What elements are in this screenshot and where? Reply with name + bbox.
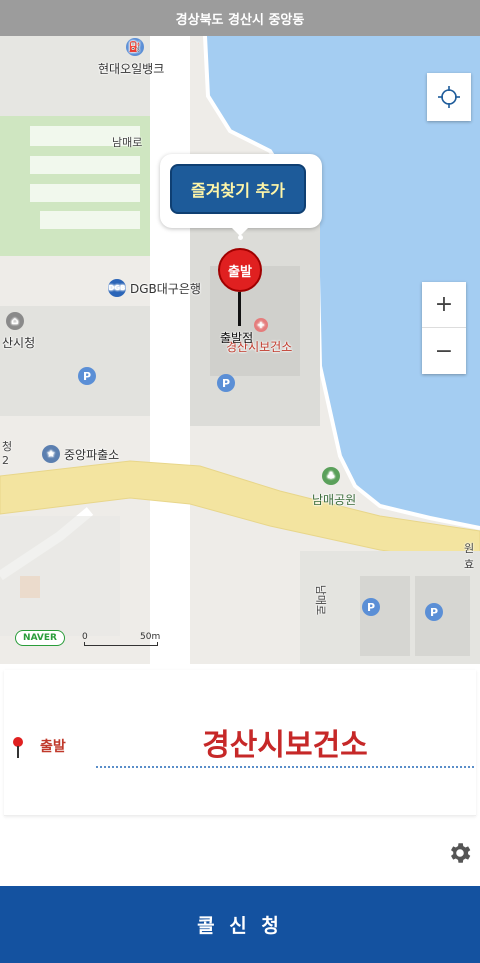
map-view[interactable]: ⛽ 현대오일뱅크 남매로 DGB DGB대구은행 ⌂ 산시청 ★ 중앙파출소 청… xyxy=(0,36,480,664)
origin-tag: 출발 xyxy=(40,739,66,755)
edge-label-b: 2 xyxy=(2,454,9,467)
poi-city-hall[interactable]: ⌂ 산시청 xyxy=(2,312,35,351)
call-request-button[interactable]: 콜 신 청 xyxy=(0,886,480,963)
locate-icon xyxy=(438,86,460,108)
gas-icon: ⛽ xyxy=(126,38,144,56)
road-label-nammae: 남매로 xyxy=(112,136,143,149)
gear-icon[interactable] xyxy=(447,840,473,866)
hospital-icon: + xyxy=(254,318,268,332)
location-title: 경상북도 경산시 중앙동 xyxy=(175,12,305,28)
parking-icon: P xyxy=(362,598,380,616)
add-favorite-button[interactable]: 즐겨찾기 추가 xyxy=(170,164,306,214)
naver-logo: NAVER xyxy=(15,630,65,646)
start-point-label: 출발점 xyxy=(220,331,254,345)
origin-name[interactable]: 경산시보건소 xyxy=(96,720,474,768)
location-header: 경상북도 경산시 중앙동 xyxy=(0,0,480,36)
police-icon: ★ xyxy=(42,445,60,463)
bank-icon: DGB xyxy=(108,279,126,297)
zoom-in-button[interactable]: + xyxy=(422,282,466,328)
poi-police[interactable]: ★ 중앙파출소 xyxy=(42,445,119,463)
pin-icon xyxy=(13,737,23,758)
favorite-bubble: 즐겨찾기 추가 xyxy=(160,154,322,236)
poi-gas-station[interactable]: ⛽ 현대오일뱅크 xyxy=(98,38,164,77)
route-panel: 출발 경산시보건소 xyxy=(0,664,480,886)
park-icon: ♣ xyxy=(322,467,340,485)
parking-icon: P xyxy=(217,374,235,392)
poi-bank[interactable]: DGB DGB대구은행 xyxy=(108,279,201,297)
road-label-edge: 원효 xyxy=(464,542,475,571)
zoom-out-button[interactable]: − xyxy=(422,328,466,374)
poi-park[interactable]: ♣ 남매공원 xyxy=(312,467,356,508)
origin-card[interactable]: 출발 경산시보건소 xyxy=(4,670,476,816)
parking-icon: P xyxy=(78,367,96,385)
locate-button[interactable] xyxy=(427,73,471,121)
pin-dot xyxy=(238,235,243,240)
start-pin[interactable]: 출발 xyxy=(218,248,262,292)
zoom-control: + − xyxy=(422,282,466,374)
city-hall-icon: ⌂ xyxy=(6,312,24,330)
parking-icon: P xyxy=(425,603,443,621)
edge-label-a: 청 xyxy=(2,440,13,453)
road-label-nammae-vertical: 남매로 xyxy=(314,584,328,616)
pin-icon xyxy=(238,292,241,326)
